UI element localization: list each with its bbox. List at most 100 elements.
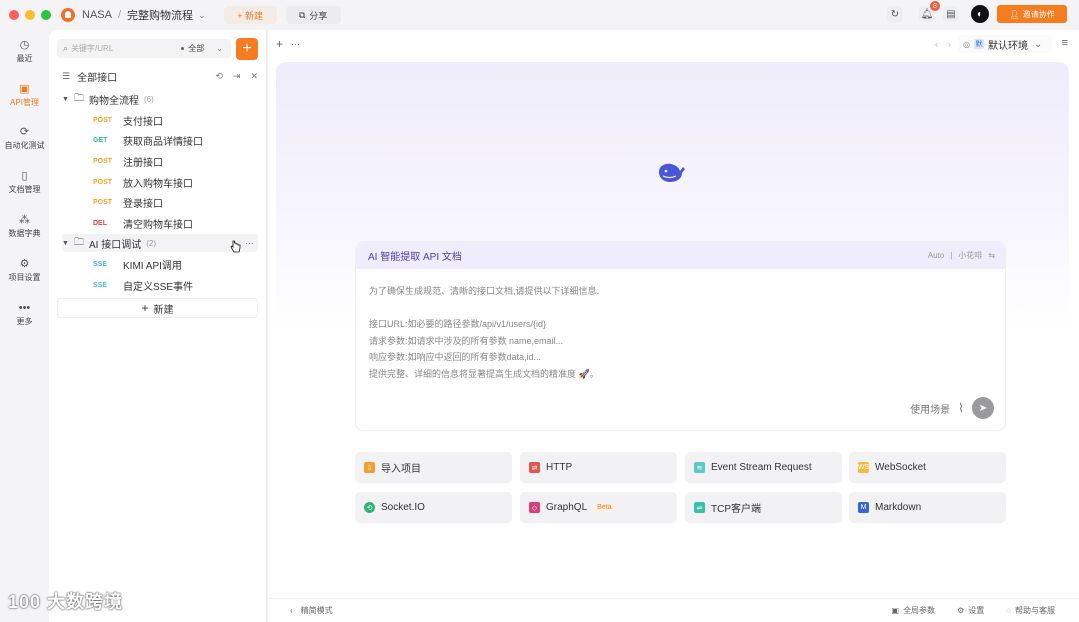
api-item[interactable]: POST 注册接口 — [93, 152, 163, 170]
chevron-down-icon: ⌄ — [216, 44, 223, 53]
add-user-icon: 👤︎ — [1009, 9, 1020, 19]
help-button[interactable]: ◌ 帮助与客服 — [1006, 605, 1055, 616]
folder-shopping-flow[interactable]: ▼ 🗀 购物全流程 (6) — [62, 90, 258, 108]
folder-ai-debug[interactable]: ▼ 🗀 AI 接口调试 (2) ··· — [62, 234, 258, 252]
rocket-icon: ➤ — [978, 402, 988, 414]
api-item[interactable]: POST 放入购物车接口 — [93, 173, 193, 191]
project-name[interactable]: NASA — [82, 9, 112, 21]
quick-http[interactable]: ⇄ HTTP — [520, 452, 677, 483]
api-icon: ▣ — [19, 83, 30, 95]
compact-mode-button[interactable]: ‹ 精简模式 — [290, 605, 333, 616]
sync-icon[interactable]: ⟲ — [215, 71, 223, 82]
ai-card-title: AI 智能提取 API 文档 — [368, 252, 462, 263]
invite-button[interactable]: 👤︎ 邀请协作 — [997, 5, 1067, 23]
quick-event-stream[interactable]: ≋ Event Stream Request — [685, 452, 842, 483]
add-api-button[interactable]: + — [236, 38, 258, 60]
folder-name: AI 接口调试 — [89, 239, 142, 251]
rail-item-data-dictionary[interactable]: ⁂ 数据字典 — [0, 214, 49, 239]
quick-label: 导入项目 — [381, 464, 421, 475]
rail-item-documents[interactable]: ▯ 文档管理 — [0, 170, 49, 195]
rail-item-more[interactable]: ••• 更多 — [0, 302, 49, 327]
collapse-icon[interactable]: ✕ — [250, 71, 258, 82]
api-item[interactable]: SSE 自定义SSE事件 — [93, 276, 193, 294]
quick-label: HTTP — [546, 462, 573, 473]
all-apis-row[interactable]: ☰ 全部接口 ⟲ ⇥ ✕ — [62, 68, 258, 84]
menu-icon[interactable]: ≡ — [1062, 37, 1068, 49]
socketio-icon: ⟲ — [364, 502, 375, 513]
api-name: 支付接口 — [123, 116, 163, 128]
rail-item-automation[interactable]: ⟳ 自动化测试 — [0, 126, 49, 151]
welcome-panel: AI 智能提取 API 文档 Auto | 小花啡 ⇆ 为了确保生成规范、清晰的… — [276, 62, 1069, 622]
global-params-button[interactable]: ▣ 全局参数 — [892, 605, 936, 616]
environment-select[interactable]: ◎ 默 默认环境 ⌄ — [958, 35, 1052, 53]
share-icon[interactable]: ⇥ — [233, 71, 241, 82]
quick-websocket[interactable]: WS WebSocket — [849, 452, 1006, 483]
breadcrumb-separator: / — [117, 9, 122, 21]
ai-prompt-textarea[interactable]: 为了确保生成规范、清晰的接口文档,请提供以下详细信息. 接口URL:如必要的路径… — [356, 269, 1005, 396]
quick-graphql[interactable]: ◇ GraphQL Beta — [520, 492, 677, 523]
prompt-line: 接口URL:如必要的路径参数/api/v1/users/{id} — [369, 319, 547, 329]
settings-label: 设置 — [968, 606, 985, 615]
swap-icon[interactable]: ⇆ — [988, 251, 995, 260]
api-item[interactable]: SSE KIMI API调用 — [93, 255, 182, 273]
ai-divider: | — [950, 251, 953, 260]
api-item[interactable]: POST 支付接口 — [93, 111, 163, 129]
new-item-button[interactable]: + 新建 — [57, 298, 258, 318]
chevron-left-icon: ‹ — [290, 606, 293, 615]
markdown-icon: M — [858, 502, 869, 513]
prompt-line — [369, 300, 992, 317]
quick-tcp-client[interactable]: ⇌ TCP客户端 — [685, 492, 842, 523]
close-window-button[interactable] — [9, 10, 19, 20]
quick-label: Markdown — [875, 502, 922, 513]
send-button[interactable]: ➤ — [972, 397, 994, 419]
quick-socketio[interactable]: ⟲ Socket.IO — [355, 492, 512, 523]
folder-count: (2) — [146, 238, 157, 248]
tab-next-icon[interactable]: › — [948, 39, 951, 49]
tab-prev-icon[interactable]: ‹ — [935, 39, 938, 49]
flow-name[interactable]: 完整购物流程 — [127, 7, 193, 23]
filter-select[interactable]: 全部 ⌄ — [181, 43, 223, 54]
api-name: 获取商品详情接口 — [123, 136, 203, 148]
title-bar: NASA / 完整购物流程 ⌄ + 新建 ⧉ 分享 ↻ 🔔︎ 8 ▤ ◐ 👤︎ … — [0, 0, 1079, 30]
quick-import-project[interactable]: ⇩ 导入项目 — [355, 452, 512, 483]
api-item[interactable]: GET 获取商品详情接口 — [93, 131, 203, 149]
ai-mode[interactable]: Auto — [928, 251, 944, 260]
compact-mode-label: 精简模式 — [300, 606, 333, 615]
window-controls — [9, 10, 51, 20]
quick-label: WebSocket — [875, 462, 926, 473]
settings-button[interactable]: ⚙︎ 设置 — [957, 605, 984, 616]
folder-name: 购物全流程 — [89, 95, 139, 107]
settings-icon: ⚙︎ — [19, 258, 30, 270]
avatar[interactable]: ◐ — [971, 5, 989, 23]
plus-icon: + — [242, 40, 252, 57]
rail-item-project-settings[interactable]: ⚙︎ 项目设置 — [0, 258, 49, 283]
quick-markdown[interactable]: M Markdown — [849, 492, 1006, 523]
ai-assistant-name[interactable]: 小花啡 — [958, 250, 982, 261]
watermark: 100 大数跨境 — [8, 592, 124, 612]
messages-button[interactable]: ▤ — [943, 6, 959, 22]
hand-cursor-icon — [230, 240, 241, 253]
new-button[interactable]: + 新建 — [223, 6, 277, 24]
chevron-down-icon: ⌄ — [1033, 38, 1043, 50]
notifications-button[interactable]: 🔔︎ 8 — [919, 1, 940, 22]
more-icon: ••• — [18, 302, 31, 314]
new-tab-icon[interactable]: + — [276, 37, 283, 51]
rail-item-recent[interactable]: ◷ 最近 — [0, 39, 49, 64]
attachment-icon[interactable]: ⌇ — [958, 401, 964, 415]
more-tabs-icon[interactable]: ··· — [291, 39, 300, 49]
minimize-window-button[interactable] — [25, 10, 35, 20]
rail-item-api-management[interactable]: ▣ API管理 — [0, 83, 49, 108]
refresh-button[interactable]: ↻ — [887, 6, 903, 22]
more-options-icon[interactable]: ··· — [245, 238, 254, 248]
api-item[interactable]: DEL 清空购物车接口 — [93, 214, 193, 232]
chevron-down-icon[interactable]: ⌄ — [198, 10, 206, 21]
maximize-window-button[interactable] — [41, 10, 51, 20]
rail-item-label: 项目设置 — [8, 273, 41, 282]
notification-badge: 8 — [930, 1, 940, 11]
api-item[interactable]: POST 登录接口 — [93, 193, 163, 211]
share-button[interactable]: ⧉ 分享 — [285, 6, 341, 24]
left-navigation-rail: ◷ 最近 ▣ API管理 ⟳ 自动化测试 ▯ 文档管理 ⁂ 数据字典 ⚙︎ 项目… — [0, 30, 49, 622]
scenario-button[interactable]: 使用场景 — [910, 401, 950, 416]
search-input[interactable]: ⌕ 关键字/URL 全部 ⌄ — [57, 39, 231, 58]
rail-item-label: 自动化测试 — [4, 141, 45, 150]
